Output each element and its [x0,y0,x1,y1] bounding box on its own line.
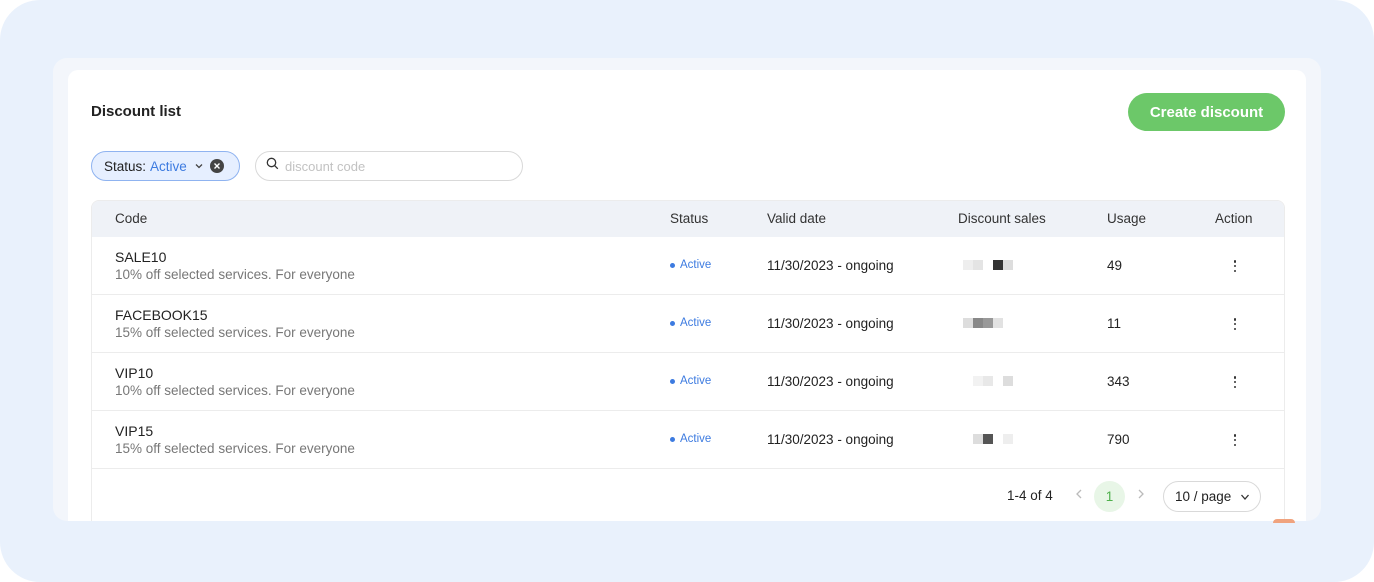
chevron-left-icon[interactable] [1074,487,1084,503]
discount-code: SALE10 [115,249,167,265]
chevron-down-icon [1241,494,1250,500]
status-text: Active [680,375,712,387]
column-header-usage[interactable]: Usage [1107,211,1146,226]
status-dot [670,262,675,268]
search-icon [266,157,279,175]
chevron-right-icon[interactable] [1136,487,1146,503]
discount-description: 10% off selected services. For everyone [115,383,355,398]
column-header-discount-sales[interactable]: Discount sales [958,211,1046,226]
chevron-down-icon[interactable] [193,160,205,172]
status-badge: Active [670,317,711,329]
create-discount-button[interactable]: Create discount [1128,93,1285,131]
app-frame: Discount list Create discount Status: Ac… [0,0,1374,582]
discount-code: VIP10 [115,365,154,381]
column-header-code[interactable]: Code [115,211,147,226]
valid-date: 11/30/2023 - ongoing [767,258,894,273]
page-number-button[interactable]: 1 [1094,481,1125,512]
floating-widget-edge [1273,519,1295,523]
discount-code: VIP15 [115,423,154,439]
discount-sales-redacted [963,260,1013,270]
column-header-action: Action [1215,211,1253,226]
discount-table: Code Status Valid date Discount sales Us… [91,200,1285,521]
status-filter-label: Status: [104,158,147,174]
discount-sales-redacted [963,318,1003,328]
page-title: Discount list [91,103,182,120]
discount-description: 10% off selected services. For everyone [115,267,355,282]
more-vertical-icon[interactable] [1228,431,1242,449]
more-vertical-icon[interactable] [1228,315,1242,333]
clear-icon[interactable] [209,159,224,173]
status-filter-tag[interactable]: Status: Active [91,151,240,181]
usage-count: 790 [1107,432,1130,447]
table-row[interactable]: VIP10 10% off selected services. For eve… [92,353,1284,411]
discount-description: 15% off selected services. For everyone [115,441,355,456]
status-text: Active [680,317,712,329]
discount-sales-redacted [963,376,1013,386]
valid-date: 11/30/2023 - ongoing [767,316,894,331]
table-row[interactable]: VIP15 15% off selected services. For eve… [92,411,1284,469]
content-panel: Discount list Create discount Status: Ac… [53,58,1321,521]
usage-count: 343 [1107,374,1130,389]
search-box[interactable] [255,151,523,181]
table-row[interactable]: SALE10 10% off selected services. For ev… [92,237,1284,295]
table-header: Code Status Valid date Discount sales Us… [92,201,1284,237]
pagination: 1-4 of 4 1 10 / page [92,471,1284,521]
discount-code: FACEBOOK15 [115,307,208,323]
more-vertical-icon[interactable] [1228,257,1242,275]
table-row[interactable]: FACEBOOK15 15% off selected services. Fo… [92,295,1284,353]
page-size-select[interactable]: 10 / page [1163,481,1261,512]
valid-date: 11/30/2023 - ongoing [767,374,894,389]
status-dot [670,378,675,384]
discount-sales-redacted [963,434,1013,444]
status-text: Active [680,259,712,271]
usage-count: 49 [1107,258,1123,273]
search-input[interactable] [285,158,505,174]
more-vertical-icon[interactable] [1228,373,1242,391]
page-size-label: 10 / page [1175,489,1232,504]
column-header-valid-date[interactable]: Valid date [767,211,826,226]
status-badge: Active [670,375,711,387]
status-badge: Active [670,433,711,445]
valid-date: 11/30/2023 - ongoing [767,432,894,447]
status-dot [670,320,675,326]
discount-description: 15% off selected services. For everyone [115,325,355,340]
pagination-range: 1-4 of 4 [1007,488,1053,503]
status-badge: Active [670,259,711,271]
usage-count: 11 [1107,316,1122,331]
status-text: Active [680,433,712,445]
column-header-status[interactable]: Status [670,211,708,226]
status-filter-value: Active [150,158,187,174]
discount-card: Discount list Create discount Status: Ac… [68,70,1306,521]
status-dot [670,436,675,442]
